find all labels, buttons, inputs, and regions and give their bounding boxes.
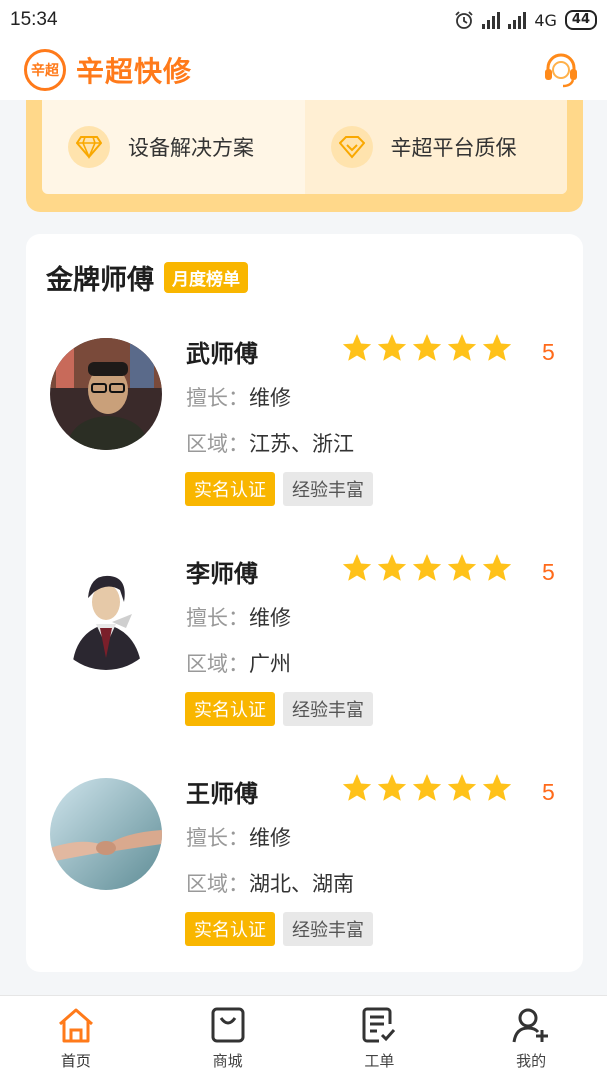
promo-panel: 设备解决方案 辛超平台质保 xyxy=(26,100,583,212)
star-icon xyxy=(447,334,477,361)
master-region: 区域：江苏、浙江 xyxy=(186,428,354,458)
master-region: 区域：湖北、湖南 xyxy=(186,868,354,898)
app-logo: 辛超 xyxy=(24,49,66,91)
status-bar: 15:34 4G 44 xyxy=(0,0,607,40)
star-icon xyxy=(377,554,407,581)
specialty-label: 擅长： xyxy=(186,826,249,850)
star-icon xyxy=(412,554,442,581)
master-name: 李师傅 xyxy=(186,560,258,588)
specialty-value: 维修 xyxy=(249,826,291,850)
rating-score: 5 xyxy=(542,339,555,365)
tab-mine[interactable]: 我的 xyxy=(455,996,607,1080)
app-header: 辛超 辛超快修 xyxy=(0,40,607,100)
equipment-solutions-entry[interactable]: 设备解决方案 xyxy=(42,100,305,194)
user-add-icon xyxy=(512,1008,549,1043)
star-icon xyxy=(447,554,477,581)
network-type: 4G xyxy=(534,10,557,30)
promo-label: 设备解决方案 xyxy=(128,136,254,160)
tab-label: 商城 xyxy=(212,1052,243,1070)
rating-stars xyxy=(341,552,513,584)
star-icon xyxy=(482,774,512,801)
specialty-value: 维修 xyxy=(249,606,291,630)
region-label: 区域： xyxy=(186,652,249,676)
rating-stars xyxy=(341,332,513,364)
specialty-value: 维修 xyxy=(249,386,291,410)
experience-tag: 经验丰富 xyxy=(283,912,373,946)
tab-home[interactable]: 首页 xyxy=(0,996,152,1080)
star-icon xyxy=(342,554,372,581)
verified-tag: 实名认证 xyxy=(185,692,275,726)
avatar xyxy=(50,778,162,890)
star-icon xyxy=(342,774,372,801)
platform-warranty-entry[interactable]: 辛超平台质保 xyxy=(304,100,567,194)
avatar xyxy=(50,338,162,450)
star-icon xyxy=(412,334,442,361)
master-item[interactable]: 王师傅 5 擅长：维修 区域：湖北、湖南 实名认证 经验丰富 xyxy=(26,770,583,970)
region-label: 区域： xyxy=(186,872,249,896)
master-item[interactable]: 李师傅 5 擅长：维修 区域：广州 实名认证 经验丰富 xyxy=(26,550,583,750)
star-icon xyxy=(412,774,442,801)
verified-tag: 实名认证 xyxy=(185,472,275,506)
card-header: 金牌师傅 月度榜单 xyxy=(46,258,248,297)
star-icon xyxy=(482,554,512,581)
tab-label: 工单 xyxy=(364,1052,395,1070)
signal-icon xyxy=(508,11,527,29)
master-item[interactable]: 武师傅 5 擅长：维修 区域：江苏、浙江 实名认证 经验丰富 xyxy=(26,330,583,530)
experience-tag: 经验丰富 xyxy=(283,692,373,726)
master-specialty: 擅长：维修 xyxy=(186,822,291,852)
master-tags: 实名认证 经验丰富 xyxy=(185,692,373,726)
monthly-ranking-badge[interactable]: 月度榜单 xyxy=(164,262,248,293)
master-region: 区域：广州 xyxy=(186,648,291,678)
warranty-diamond-icon xyxy=(330,126,373,168)
master-specialty: 擅长：维修 xyxy=(186,382,291,412)
tab-label: 我的 xyxy=(516,1052,547,1070)
alarm-icon xyxy=(455,11,473,29)
specialty-label: 擅长： xyxy=(186,386,249,410)
app-title: 辛超快修 xyxy=(76,55,193,88)
work-order-icon xyxy=(362,1007,396,1043)
star-icon xyxy=(342,334,372,361)
master-specialty: 擅长：维修 xyxy=(186,602,291,632)
tab-shop[interactable]: 商城 xyxy=(152,996,304,1080)
shop-bag-icon xyxy=(211,1007,245,1043)
status-icons: 4G 44 xyxy=(454,10,597,30)
section-title: 金牌师傅 xyxy=(46,265,154,296)
region-value: 江苏、浙江 xyxy=(249,432,354,456)
verified-tag: 实名认证 xyxy=(185,912,275,946)
customer-service-button[interactable] xyxy=(539,48,583,92)
promo-inner: 设备解决方案 辛超平台质保 xyxy=(42,100,567,194)
status-time: 15:34 xyxy=(10,9,58,30)
rating-score: 5 xyxy=(542,779,555,805)
experience-tag: 经验丰富 xyxy=(283,472,373,506)
star-icon xyxy=(377,774,407,801)
tab-work-order[interactable]: 工单 xyxy=(304,996,456,1080)
master-tags: 实名认证 经验丰富 xyxy=(185,912,373,946)
master-tags: 实名认证 经验丰富 xyxy=(185,472,373,506)
promo-label: 辛超平台质保 xyxy=(390,136,517,160)
headset-icon xyxy=(545,53,577,88)
bottom-tab-bar: 首页 商城 工单 我的 xyxy=(0,995,607,1080)
region-value: 广州 xyxy=(249,652,291,676)
star-icon xyxy=(447,774,477,801)
tab-label: 首页 xyxy=(60,1052,91,1070)
master-name: 王师傅 xyxy=(186,780,258,808)
region-value: 湖北、湖南 xyxy=(249,872,354,896)
gold-masters-card: 金牌师傅 月度榜单 武师傅 5 擅长：维修 区域：江苏、浙江 实名认证 经验丰富… xyxy=(26,234,583,972)
rating-score: 5 xyxy=(542,559,555,585)
rating-stars xyxy=(341,772,513,804)
star-icon xyxy=(377,334,407,361)
region-label: 区域： xyxy=(186,432,249,456)
specialty-label: 擅长： xyxy=(186,606,249,630)
star-icon xyxy=(482,334,512,361)
battery-indicator: 44 xyxy=(564,10,597,30)
signal-icon xyxy=(482,11,501,29)
home-icon xyxy=(58,1008,93,1043)
diamond-icon xyxy=(68,126,110,168)
master-name: 武师傅 xyxy=(186,340,258,368)
main-content: 设备解决方案 辛超平台质保 金牌师傅 月度榜单 武师傅 5 擅长：维修 区域：江… xyxy=(0,100,607,995)
avatar xyxy=(50,558,162,670)
